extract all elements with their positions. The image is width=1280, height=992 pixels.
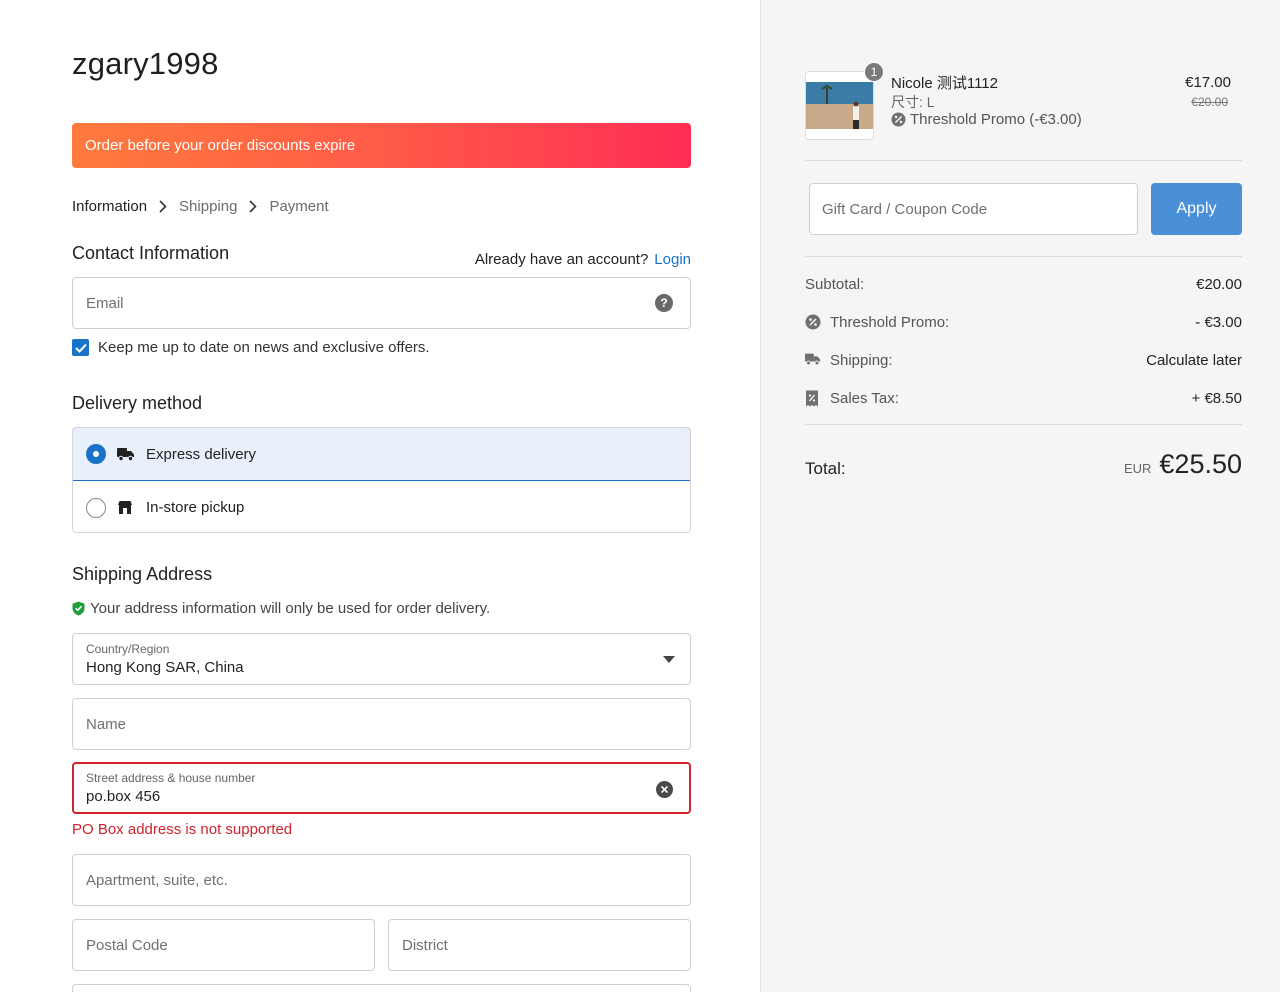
next-field[interactable] bbox=[72, 984, 691, 992]
store-icon bbox=[117, 499, 135, 517]
quantity-badge: 1 bbox=[864, 62, 884, 82]
breadcrumb-shipping[interactable]: Shipping bbox=[179, 198, 237, 215]
account-prompt: Already have an account? Login bbox=[475, 251, 691, 268]
newsletter-option: Keep me up to date on news and exclusive… bbox=[72, 339, 430, 356]
postal-code-placeholder: Postal Code bbox=[86, 936, 168, 954]
apartment-field[interactable]: Apartment, suite, etc. bbox=[72, 854, 691, 906]
tax-value: + €8.50 bbox=[1191, 389, 1242, 407]
shipping-label-group: Shipping: bbox=[805, 352, 893, 369]
discount-badge-icon bbox=[805, 314, 821, 330]
shipping-label: Shipping: bbox=[830, 351, 893, 369]
product-original-price: €20.00 bbox=[1191, 95, 1228, 109]
postal-code-field[interactable]: Postal Code bbox=[72, 919, 375, 971]
delivery-method-title: Delivery method bbox=[72, 393, 203, 413]
name-placeholder: Name bbox=[86, 715, 127, 733]
subtotal-row: Subtotal: €20.00 bbox=[805, 274, 1242, 294]
express-delivery-label: Express delivery bbox=[146, 445, 257, 463]
discount-badge-icon bbox=[891, 112, 906, 127]
address-privacy-note: Your address information will only be us… bbox=[72, 600, 490, 617]
product-name: Nicole 测试1112 bbox=[891, 75, 998, 92]
product-thumbnail bbox=[805, 71, 874, 140]
order-summary-panel bbox=[760, 0, 1280, 992]
express-radio[interactable] bbox=[86, 444, 106, 464]
sales-tax-row: Sales Tax: + €8.50 bbox=[805, 388, 1242, 408]
newsletter-label: Keep me up to date on news and exclusive… bbox=[98, 339, 430, 356]
discount-expiry-banner: Order before your order discounts expire bbox=[72, 123, 691, 168]
shipping-row: Shipping: Calculate later bbox=[805, 350, 1242, 370]
divider bbox=[805, 160, 1242, 161]
district-field[interactable]: District bbox=[388, 919, 691, 971]
newsletter-checkbox[interactable] bbox=[72, 339, 89, 356]
apartment-placeholder: Apartment, suite, etc. bbox=[86, 871, 228, 889]
shield-check-icon bbox=[72, 601, 85, 616]
country-region-label: Country/Region bbox=[86, 642, 170, 656]
total-currency: EUR bbox=[1124, 461, 1152, 476]
chevron-right-icon bbox=[159, 199, 167, 213]
account-prompt-text: Already have an account? bbox=[474, 251, 649, 268]
address-privacy-text: Your address information will only be us… bbox=[90, 600, 491, 617]
checkout-form-panel: zgary1998 Order before your order discou… bbox=[0, 0, 760, 992]
district-placeholder: District bbox=[402, 936, 448, 954]
breadcrumb: Information Shipping Payment bbox=[72, 196, 329, 216]
product-variant: 尺寸: L bbox=[891, 94, 935, 110]
chevron-right-icon bbox=[249, 199, 258, 213]
promo-label: Threshold Promo: bbox=[830, 313, 950, 331]
login-link[interactable]: Login bbox=[654, 251, 691, 268]
subtotal-label: Subtotal: bbox=[805, 275, 865, 293]
caret-down-icon bbox=[663, 656, 675, 663]
divider bbox=[805, 256, 1242, 257]
street-address-value: po.box 456 bbox=[86, 788, 161, 805]
country-region-value: Hong Kong SAR, China bbox=[86, 659, 244, 676]
breadcrumb-information[interactable]: Information bbox=[72, 198, 147, 215]
clear-icon[interactable] bbox=[656, 781, 673, 798]
shipping-address-title: Shipping Address bbox=[72, 564, 213, 584]
street-address-field[interactable]: Street address & house number po.box 456 bbox=[72, 762, 691, 814]
subtotal-value: €20.00 bbox=[1196, 275, 1242, 293]
delivery-options: Express delivery In-store pickup bbox=[72, 427, 691, 533]
street-address-error: PO Box address is not supported bbox=[72, 821, 293, 838]
tax-label: Sales Tax: bbox=[830, 389, 899, 407]
shipping-value: Calculate later bbox=[1146, 351, 1242, 369]
coupon-placeholder: Gift Card / Coupon Code bbox=[822, 200, 988, 218]
receipt-percent-icon bbox=[805, 390, 821, 407]
breadcrumb-payment[interactable]: Payment bbox=[269, 198, 328, 215]
help-icon[interactable]: ? bbox=[655, 294, 673, 312]
product-price: €17.00 bbox=[1185, 74, 1231, 91]
delivery-option-express[interactable]: Express delivery bbox=[73, 428, 690, 481]
tax-label-group: Sales Tax: bbox=[805, 390, 899, 407]
pickup-radio[interactable] bbox=[86, 497, 106, 518]
total-label: Total: bbox=[805, 459, 846, 478]
truck-icon bbox=[805, 352, 821, 368]
email-placeholder: Email bbox=[86, 294, 124, 312]
promo-label-group: Threshold Promo: bbox=[805, 314, 949, 331]
coupon-code-input[interactable]: Gift Card / Coupon Code bbox=[809, 183, 1138, 235]
banner-text: Order before your order discounts expire bbox=[85, 137, 356, 154]
product-image bbox=[806, 72, 873, 139]
product-promo-text: Threshold Promo (-€3.00) bbox=[910, 111, 1082, 128]
truck-icon bbox=[117, 445, 135, 463]
delivery-option-pickup[interactable]: In-store pickup bbox=[73, 481, 690, 532]
country-region-select[interactable]: Country/Region Hong Kong SAR, China bbox=[72, 633, 691, 685]
promo-row: Threshold Promo: - €3.00 bbox=[805, 312, 1242, 332]
contact-information-title: Contact Information bbox=[72, 243, 230, 263]
divider bbox=[805, 424, 1242, 425]
store-name: zgary1998 bbox=[72, 46, 219, 81]
apply-coupon-button[interactable]: Apply bbox=[1151, 183, 1242, 235]
promo-value: - €3.00 bbox=[1195, 313, 1242, 331]
street-address-label: Street address & house number bbox=[86, 771, 256, 785]
total-value: €25.50 bbox=[1159, 449, 1242, 479]
name-field[interactable]: Name bbox=[72, 698, 691, 750]
email-field[interactable]: Email ? bbox=[72, 277, 691, 329]
in-store-pickup-label: In-store pickup bbox=[146, 499, 245, 516]
product-promo: Threshold Promo (-€3.00) bbox=[891, 111, 1082, 128]
checkmark-icon bbox=[74, 343, 87, 353]
